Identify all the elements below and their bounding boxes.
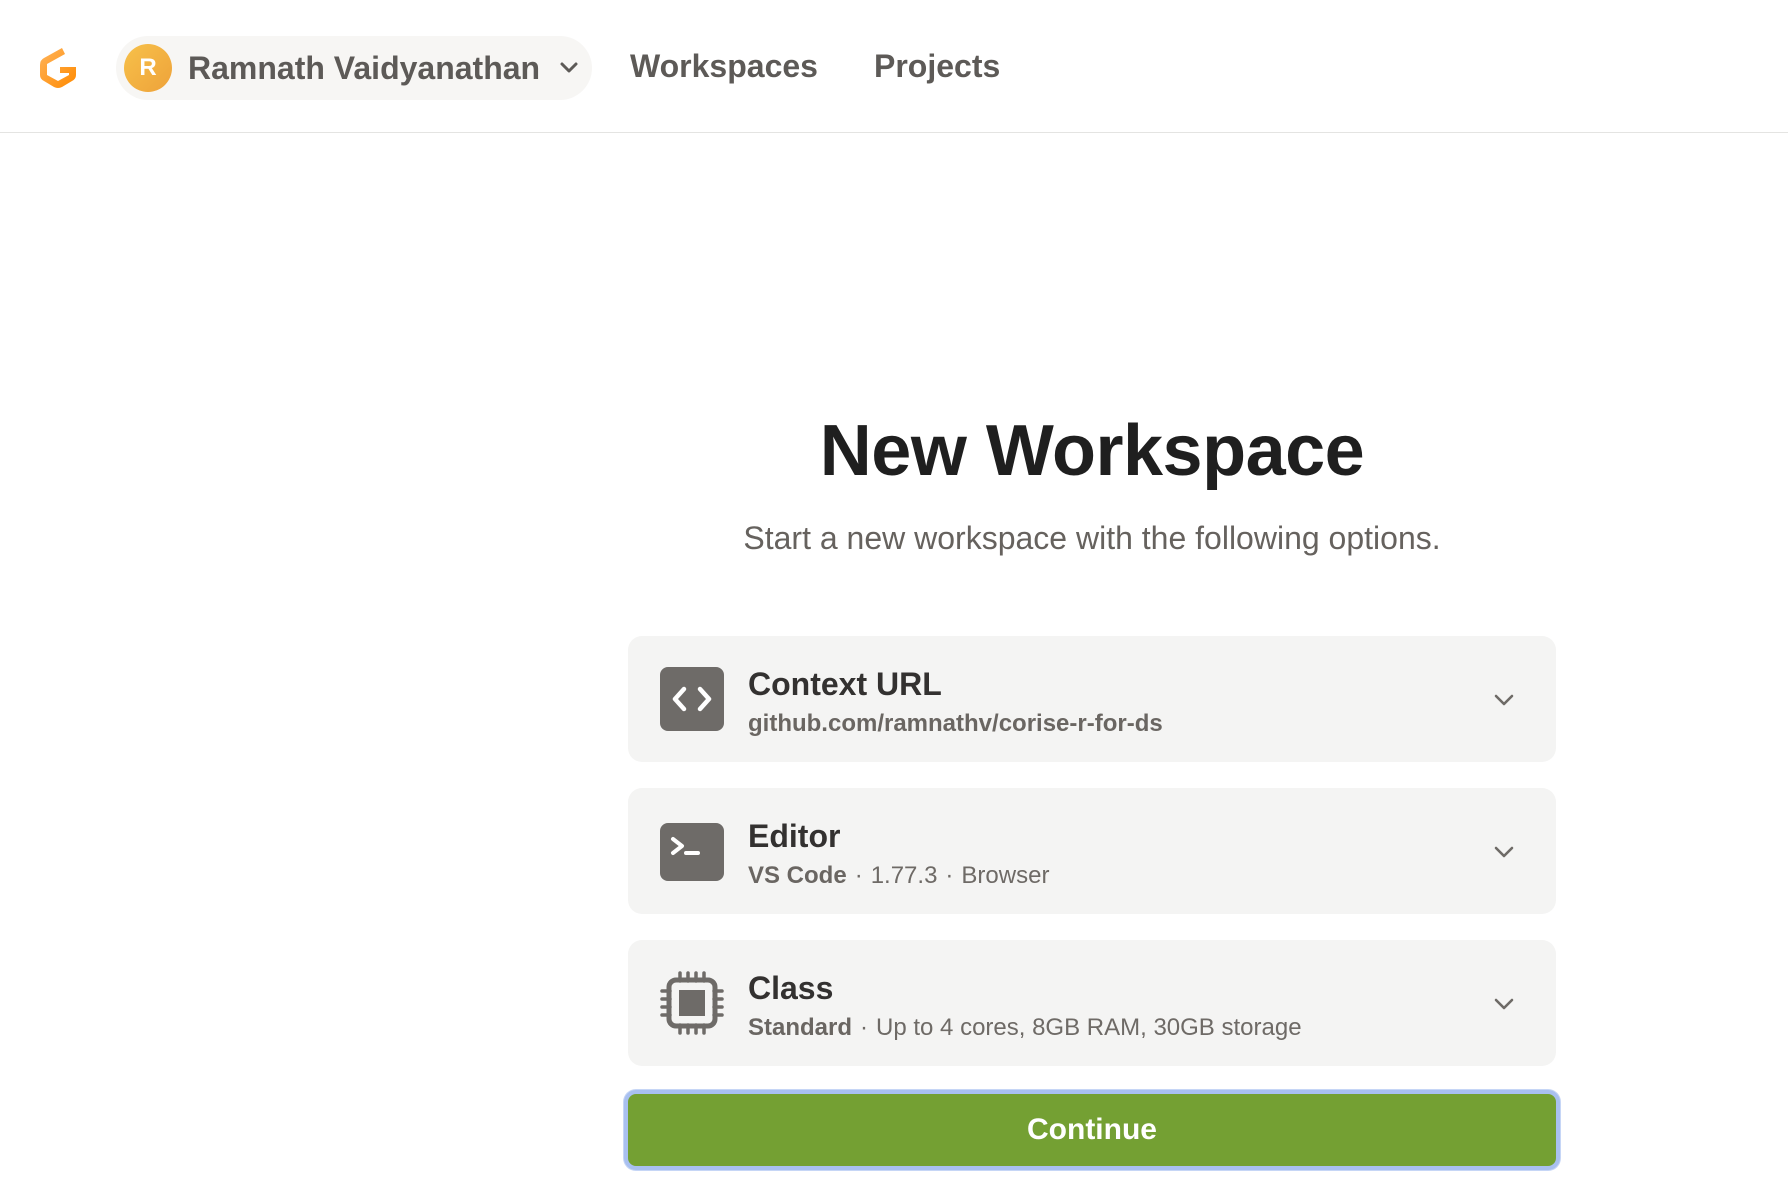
page-subtitle: Start a new workspace with the following… <box>743 520 1441 556</box>
code-brackets-icon <box>660 667 724 731</box>
class-option[interactable]: Class Standard · Up to 4 cores, 8GB RAM, 3… <box>628 940 1556 1066</box>
chevron-down-icon <box>558 57 580 79</box>
class-details: Up to 4 cores, 8GB RAM, 30GB storage <box>876 1014 1302 1041</box>
editor-option[interactable]: Editor VS Code · 1.77.3 · Browser <box>628 788 1556 914</box>
chevron-down-icon <box>1492 688 1516 712</box>
page-title: New Workspace <box>819 411 1365 491</box>
terminal-icon <box>660 819 724 883</box>
top-navigation-bar: R Ramnath Vaidyanathan Workspaces Projec… <box>0 0 1788 133</box>
chevron-down-icon <box>1492 992 1516 1016</box>
class-value: Standard · Up to 4 cores, 8GB RAM, 30GB st… <box>748 1014 1302 1042</box>
nav-workspaces-link[interactable]: Workspaces <box>630 48 818 85</box>
cpu-chip-icon <box>660 971 724 1035</box>
editor-mode: Browser <box>961 862 1050 889</box>
context-url-text: github.com/ramnathv/corise-r-for-ds <box>748 710 1163 737</box>
editor-name: VS Code <box>748 862 847 889</box>
account-switcher[interactable]: R Ramnath Vaidyanathan <box>116 36 592 100</box>
editor-value: VS Code · 1.77.3 · Browser <box>748 862 1049 890</box>
class-title: Class <box>748 970 834 1006</box>
editor-title: Editor <box>748 818 841 854</box>
context-url-value: github.com/ramnathv/corise-r-for-ds <box>748 710 1163 738</box>
editor-version: 1.77.3 <box>870 862 938 889</box>
separator: · <box>860 1014 869 1041</box>
account-name: Ramnath Vaidyanathan <box>188 49 541 86</box>
gitpod-logo-icon[interactable] <box>32 42 84 94</box>
continue-button[interactable]: Continue <box>624 1090 1560 1170</box>
class-name: Standard <box>748 1014 853 1041</box>
context-url-option[interactable]: Context URL github.com/ramnathv/corise-r… <box>628 636 1556 762</box>
separator: · <box>945 862 954 889</box>
context-url-title: Context URL <box>748 666 942 702</box>
chevron-down-icon <box>1492 840 1516 864</box>
nav-projects-link[interactable]: Projects <box>874 48 1000 85</box>
separator: · <box>854 862 863 889</box>
avatar: R <box>124 44 172 92</box>
